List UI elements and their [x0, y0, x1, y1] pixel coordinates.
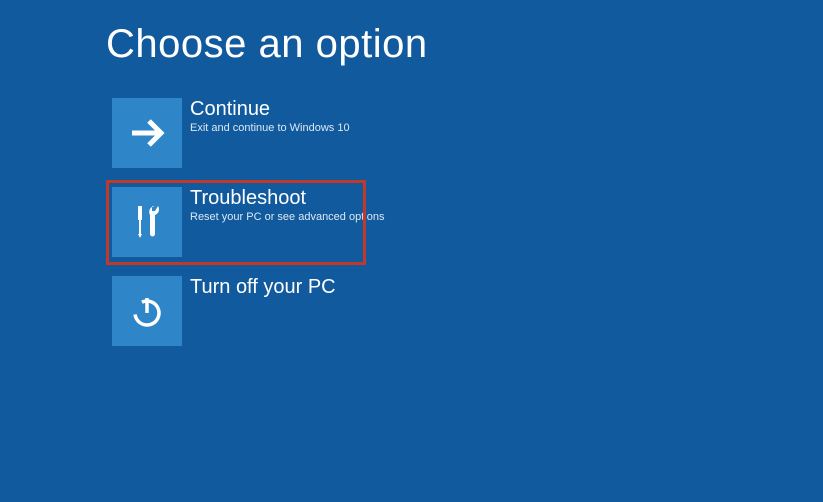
- troubleshoot-title: Troubleshoot: [190, 187, 384, 209]
- turnoff-text: Turn off your PC: [190, 276, 336, 300]
- troubleshoot-subtitle: Reset your PC or see advanced options: [190, 211, 384, 223]
- option-troubleshoot[interactable]: Troubleshoot Reset your PC or see advanc…: [112, 187, 384, 257]
- continue-text: Continue Exit and continue to Windows 10: [190, 98, 350, 134]
- turnoff-tile: [112, 276, 182, 346]
- turnoff-title: Turn off your PC: [190, 276, 336, 298]
- troubleshoot-text: Troubleshoot Reset your PC or see advanc…: [190, 187, 384, 223]
- power-icon: [127, 291, 167, 331]
- troubleshoot-tile: [112, 187, 182, 257]
- continue-title: Continue: [190, 98, 350, 120]
- page-title: Choose an option: [106, 22, 428, 67]
- tools-icon: [125, 200, 169, 244]
- winre-choose-option-screen: Choose an option Continue Exit and conti…: [0, 0, 823, 502]
- option-turnoff[interactable]: Turn off your PC: [112, 276, 384, 346]
- continue-subtitle: Exit and continue to Windows 10: [190, 122, 350, 134]
- continue-tile: [112, 98, 182, 168]
- arrow-right-icon: [127, 113, 167, 153]
- option-continue[interactable]: Continue Exit and continue to Windows 10: [112, 98, 384, 168]
- options-list: Continue Exit and continue to Windows 10: [112, 98, 384, 365]
